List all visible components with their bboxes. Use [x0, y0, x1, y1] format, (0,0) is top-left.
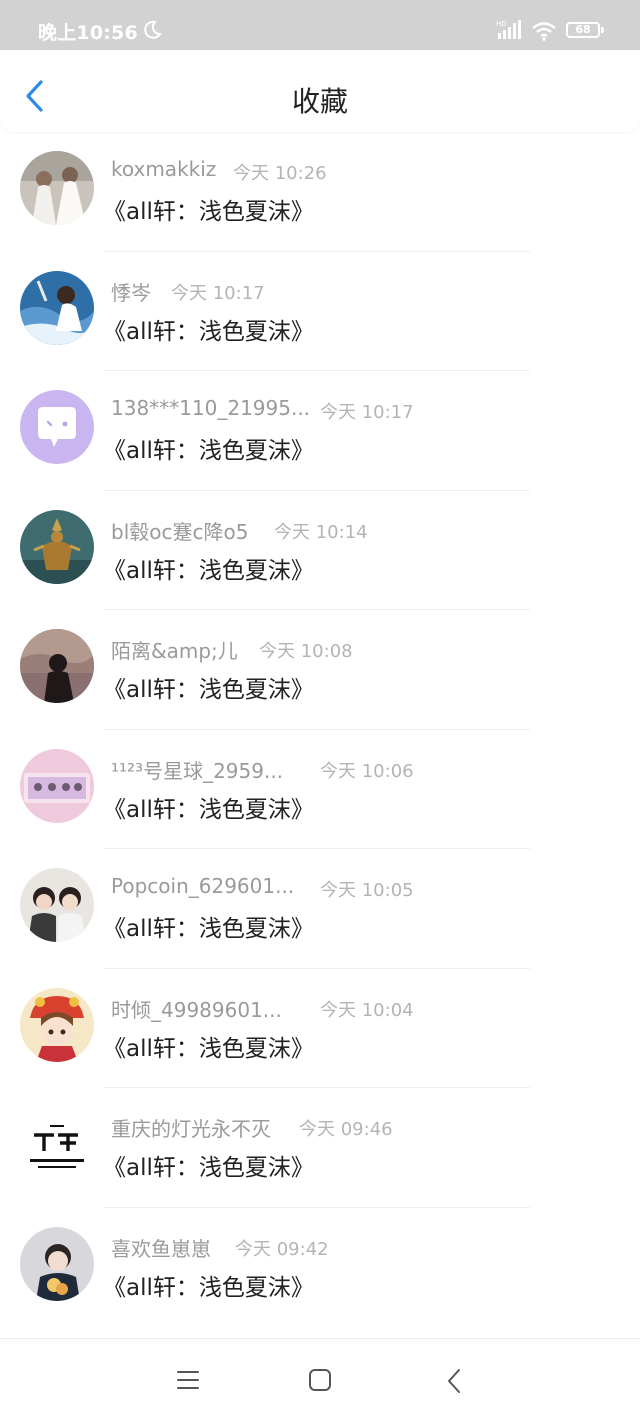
battery-icon: 68: [566, 22, 604, 38]
avatar[interactable]: [20, 151, 94, 225]
item-time: 今天 10:08: [259, 641, 353, 662]
item-time: 今天 10:17: [320, 402, 414, 423]
avatar[interactable]: [20, 1226, 94, 1301]
list-item[interactable]: 陌离&amp;儿 今天 10:08 《all轩：浅色夏沫》: [0, 610, 640, 730]
item-username[interactable]: 138***110_21995...: [111, 396, 310, 420]
avatar[interactable]: [20, 629, 94, 703]
item-username[interactable]: 悸岑: [111, 277, 151, 306]
wifi-icon: [532, 22, 556, 41]
item-message: 《all轩：浅色夏沫》: [103, 318, 314, 345]
system-nav-bar: [0, 1338, 640, 1423]
item-username[interactable]: ¹¹²³号星球_2959...: [111, 755, 283, 784]
status-bar: 晚上10:56 HD 68: [0, 0, 640, 50]
item-time: 今天 10:17: [171, 282, 265, 304]
avatar[interactable]: [20, 270, 94, 345]
item-message: 《all轩：浅色夏沫》: [103, 199, 314, 225]
signal-icon: HD: [496, 20, 521, 39]
favorites-list: koxmakkiz 今天 10:26 《all轩：浅色夏沫》 悸岑 今天 10:…: [0, 132, 640, 1327]
avatar[interactable]: [20, 390, 94, 464]
avatar[interactable]: [20, 509, 94, 584]
item-time: 今天 10:14: [274, 521, 368, 543]
page-header: 收藏: [0, 50, 640, 132]
menu-icon[interactable]: [176, 1369, 200, 1391]
item-time: 今天 10:05: [320, 880, 414, 901]
list-item[interactable]: 时倾_49989601... 今天 10:04 《all轩：浅色夏沫》: [0, 969, 640, 1088]
signal-hd-label: HD: [496, 20, 507, 28]
list-item[interactable]: 悸岑 今天 10:17 《all轩：浅色夏沫》: [0, 252, 640, 371]
item-username[interactable]: 陌离&amp;儿: [111, 635, 238, 664]
item-message: 《all轩：浅色夏沫》: [103, 557, 314, 584]
item-message: 《all轩：浅色夏沫》: [103, 796, 314, 823]
item-message: 《all轩：浅色夏沫》: [103, 916, 314, 942]
page-title: 收藏: [291, 85, 348, 118]
item-username[interactable]: koxmakkiz: [111, 157, 216, 181]
item-message: 《all轩：浅色夏沫》: [103, 438, 314, 464]
item-time: 今天 10:06: [320, 760, 414, 782]
avatar[interactable]: [20, 987, 94, 1062]
list-item[interactable]: 重庆的灯光永不灭 今天 09:46 《all轩：浅色夏沫》: [0, 1088, 640, 1208]
avatar[interactable]: [20, 748, 94, 823]
item-message: 《all轩：浅色夏沫》: [103, 1155, 314, 1181]
item-username[interactable]: 时倾_49989601...: [111, 994, 282, 1023]
item-message: 《all轩：浅色夏沫》: [103, 677, 314, 703]
item-username[interactable]: 重庆的灯光永不灭: [111, 1113, 271, 1142]
home-square-icon[interactable]: [308, 1368, 332, 1392]
item-time: 今天 10:26: [233, 163, 327, 184]
avatar[interactable]: [20, 868, 94, 942]
item-username[interactable]: Popcoin_629601...: [111, 874, 294, 898]
item-username[interactable]: bl毂oc蹇c降o5: [111, 516, 248, 545]
list-item[interactable]: 喜欢鱼崽崽 今天 09:42 《all轩：浅色夏沫》: [0, 1208, 640, 1328]
back-triangle-icon[interactable]: [446, 1368, 462, 1394]
list-item[interactable]: bl毂oc蹇c降o5 今天 10:14 《all轩：浅色夏沫》: [0, 491, 640, 610]
item-message: 《all轩：浅色夏沫》: [103, 1274, 314, 1301]
status-time: 晚上10:56: [38, 22, 138, 44]
item-time: 今天 10:04: [320, 999, 414, 1021]
item-username[interactable]: 喜欢鱼崽崽: [111, 1233, 211, 1262]
list-item[interactable]: ¹¹²³号星球_2959... 今天 10:06 《all轩：浅色夏沫》: [0, 730, 640, 849]
list-item[interactable]: 138***110_21995... 今天 10:17 《all轩：浅色夏沫》: [0, 371, 640, 491]
item-time: 今天 09:46: [299, 1119, 393, 1140]
list-item[interactable]: koxmakkiz 今天 10:26 《all轩：浅色夏沫》: [0, 132, 640, 252]
item-time: 今天 09:42: [235, 1238, 329, 1260]
list-item[interactable]: Popcoin_629601... 今天 10:05 《all轩：浅色夏沫》: [0, 849, 640, 969]
avatar[interactable]: [20, 1107, 94, 1181]
moon-icon: [144, 20, 162, 39]
item-message: 《all轩：浅色夏沫》: [103, 1035, 314, 1062]
